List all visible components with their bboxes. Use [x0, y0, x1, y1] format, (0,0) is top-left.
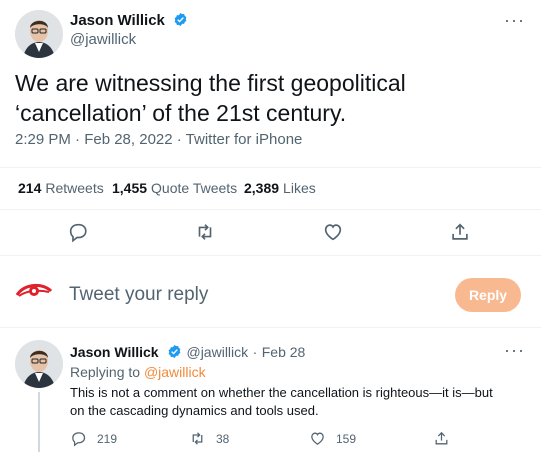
retweets-count: 214 — [18, 180, 42, 196]
retweets-stat[interactable]: 214 Retweets — [18, 180, 104, 196]
divider — [0, 327, 541, 328]
replying-to-link[interactable]: @jawillick — [144, 364, 206, 380]
separator: · — [252, 344, 258, 360]
avatar-image — [15, 10, 63, 58]
reply-author-avatar[interactable] — [15, 340, 63, 388]
more-icon[interactable]: ··· — [504, 10, 525, 31]
reply-header: Jason Willick @jawillick · Feb 28 — [70, 344, 305, 362]
author-avatar[interactable] — [15, 10, 63, 58]
reply-retweet-action[interactable]: 38 — [189, 430, 229, 447]
quote-tweets-count: 1,455 — [112, 180, 148, 196]
share-icon[interactable] — [449, 221, 471, 243]
tweet-text: We are witnessing the first geopolitical… — [15, 70, 406, 126]
reply-input[interactable]: Tweet your reply — [69, 284, 208, 306]
reply-text: This is not a comment on whether the can… — [70, 385, 493, 418]
retweet-icon[interactable] — [194, 221, 216, 243]
more-icon[interactable]: ··· — [504, 340, 525, 361]
like-icon — [311, 432, 324, 445]
likes-stat[interactable]: 2,389 Likes — [244, 180, 316, 196]
divider — [0, 209, 541, 210]
quote-tweets-stat[interactable]: 1,455 Quote Tweets — [112, 180, 237, 196]
author-name[interactable]: Jason Willick — [70, 12, 165, 29]
reply-date[interactable]: Feb 28 — [262, 344, 306, 360]
replying-prefix: Replying to — [70, 364, 141, 380]
reply-author-handle[interactable]: @jawillick — [186, 344, 248, 360]
retweets-label: Retweets — [45, 180, 104, 196]
avatar-image — [15, 340, 63, 388]
retweet-count: 38 — [216, 431, 230, 446]
eye-logo-icon — [15, 281, 53, 303]
reply-icon — [72, 432, 86, 447]
reply-reply-action[interactable]: 219 — [70, 430, 117, 447]
retweet-icon — [192, 432, 203, 445]
quote-tweets-label: Quote Tweets — [151, 180, 238, 196]
verified-badge-icon — [174, 12, 187, 27]
reply-count: 219 — [97, 431, 118, 446]
share-icon — [435, 431, 448, 445]
tweet-timestamp[interactable]: 2:29 PM · Feb 28, 2022 · Twitter for iPh… — [15, 131, 302, 148]
thread-line — [38, 392, 40, 452]
likes-count: 2,389 — [244, 180, 280, 196]
like-icon[interactable] — [322, 221, 344, 243]
reply-icon[interactable] — [67, 221, 89, 243]
reply-button[interactable]: Reply — [455, 278, 521, 312]
divider — [0, 255, 541, 256]
reply-share-action[interactable] — [433, 430, 460, 447]
replying-to: Replying to @jawillick — [70, 364, 206, 380]
like-count: 159 — [336, 431, 357, 446]
reply-author-name[interactable]: Jason Willick — [70, 344, 159, 360]
likes-label: Likes — [283, 180, 316, 196]
reply-like-action[interactable]: 159 — [309, 430, 356, 447]
verified-badge-icon — [168, 344, 181, 359]
divider — [0, 167, 541, 168]
author-name-row[interactable]: Jason Willick — [70, 12, 188, 29]
author-handle[interactable]: @jawillick — [70, 31, 136, 48]
